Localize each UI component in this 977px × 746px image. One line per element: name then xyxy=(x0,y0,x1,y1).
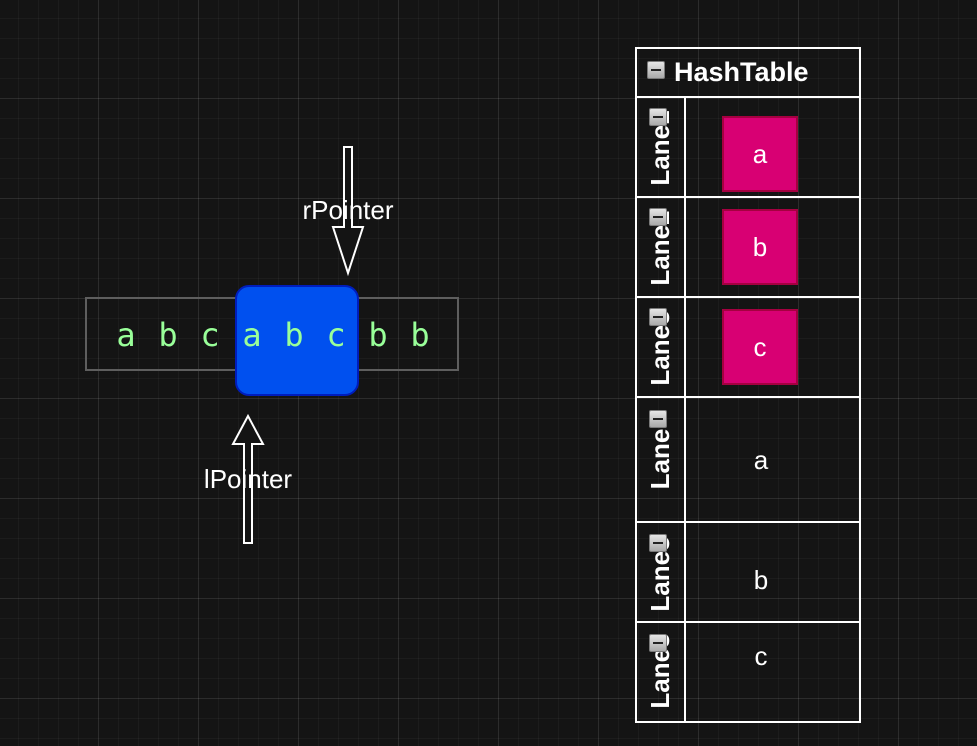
string-char: b xyxy=(284,316,304,354)
string-char: a xyxy=(116,316,136,354)
lane-column-divider xyxy=(684,98,686,721)
collapse-icon[interactable] xyxy=(649,410,667,428)
collapse-icon[interactable] xyxy=(649,534,667,552)
hash-entry-box: c xyxy=(722,309,798,385)
hash-entry-value: a xyxy=(753,445,769,475)
string-char: b xyxy=(410,316,430,354)
collapse-icon[interactable] xyxy=(649,308,667,326)
hashtable-title: HashTable xyxy=(674,57,809,87)
hash-entry-value: b xyxy=(753,565,769,595)
collapse-icon[interactable] xyxy=(649,634,667,652)
string-char: b xyxy=(368,316,388,354)
collapse-icon[interactable] xyxy=(649,208,667,226)
hash-entry-value: c xyxy=(754,641,768,671)
collapse-icon[interactable] xyxy=(647,61,665,79)
hash-entry-box: a xyxy=(722,116,798,192)
hash-entry-box: b xyxy=(722,209,798,285)
lpointer-label: lPointer xyxy=(203,464,293,494)
lane-divider xyxy=(637,521,859,523)
string-char: a xyxy=(242,316,262,354)
string-char: c xyxy=(200,316,220,354)
collapse-icon[interactable] xyxy=(649,108,667,126)
string-char: c xyxy=(326,316,346,354)
string-char: b xyxy=(158,316,178,354)
rpointer-label: rPointer xyxy=(302,195,394,225)
